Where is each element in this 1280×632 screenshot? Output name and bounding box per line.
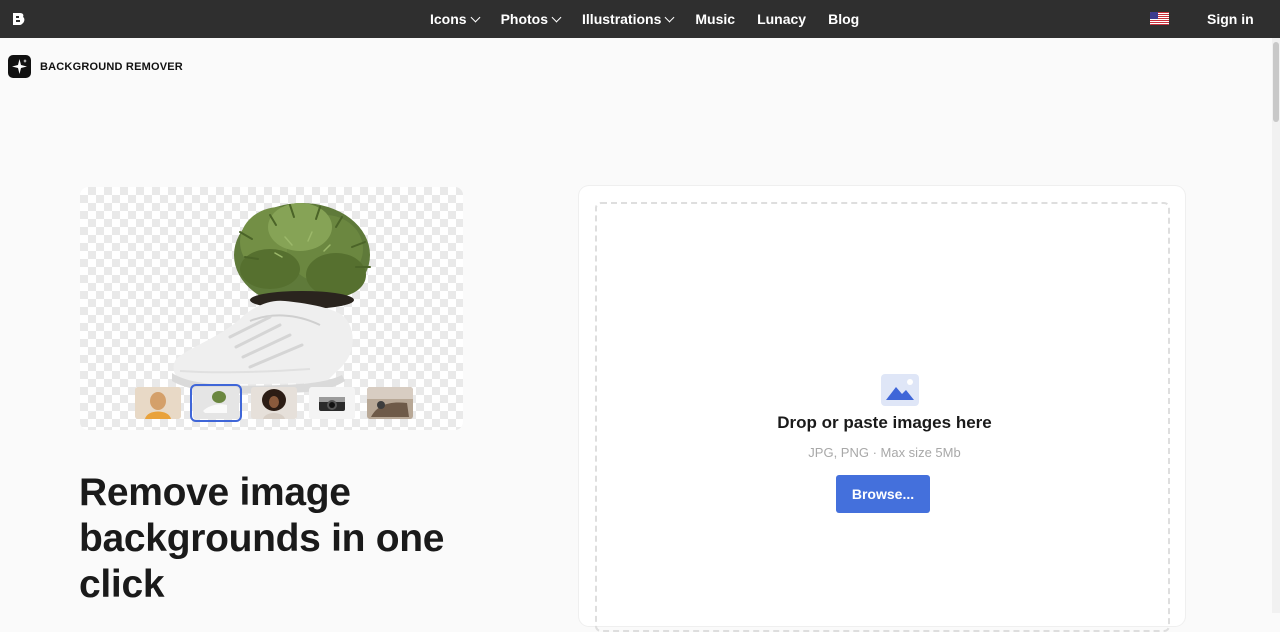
dropzone-subtitle: JPG, PNG · Max size 5Mb	[808, 445, 961, 460]
image-dropzone[interactable]: Drop or paste images here JPG, PNG · Max…	[595, 202, 1170, 632]
image-upload-icon	[881, 374, 919, 406]
page-headline: Remove image backgrounds in one click	[79, 471, 445, 606]
sparkle-icon	[8, 55, 31, 78]
nav-illustrations-label: Illustrations	[582, 11, 662, 27]
nav-music[interactable]: Music	[695, 11, 735, 27]
product-name: BACKGROUND REMOVER	[40, 60, 183, 73]
nav-music-label: Music	[695, 11, 736, 27]
nav-illustrations[interactable]: Illustrations	[582, 11, 675, 27]
preview-image	[80, 187, 463, 430]
chevron-down-icon	[470, 12, 481, 22]
sign-in-link[interactable]: Sign in	[1207, 0, 1254, 38]
thumbnail-curly-hair-woman[interactable]	[251, 387, 297, 419]
upload-card: Drop or paste images here JPG, PNG · Max…	[579, 186, 1185, 632]
chevron-down-icon	[664, 12, 675, 22]
product-header[interactable]: BACKGROUND REMOVER	[8, 55, 183, 78]
us-flag-icon[interactable]	[1150, 12, 1169, 25]
icons8-logo-icon[interactable]	[12, 12, 26, 26]
thumbnail-camera[interactable]	[309, 387, 355, 419]
nav-icons-label: Icons	[430, 11, 467, 27]
sample-thumbnails	[135, 384, 425, 422]
browse-button[interactable]: Browse...	[836, 475, 930, 513]
nav-photos-label: Photos	[500, 11, 549, 27]
chevron-down-icon	[551, 12, 562, 22]
thumbnail-car-interior[interactable]	[367, 387, 413, 419]
nav-icons[interactable]: Icons	[430, 11, 481, 27]
scrollbar-thumb[interactable]	[1273, 42, 1279, 122]
nav-lunacy-label: Lunacy	[757, 11, 807, 27]
dropzone-title: Drop or paste images here	[777, 413, 992, 432]
nav-blog[interactable]: Blog	[828, 11, 859, 27]
nav-photos[interactable]: Photos	[500, 11, 562, 27]
nav-lunacy[interactable]: Lunacy	[757, 11, 806, 27]
page-scrollbar[interactable]	[1272, 38, 1280, 613]
main-nav: Icons Photos Illustrations Music Lunacy …	[430, 0, 881, 38]
thumbnail-woman-portrait[interactable]	[135, 387, 181, 419]
nav-blog-label: Blog	[828, 11, 860, 27]
top-navigation-bar: Icons Photos Illustrations Music Lunacy …	[0, 0, 1280, 38]
thumbnail-sneaker-plant[interactable]	[190, 384, 242, 422]
